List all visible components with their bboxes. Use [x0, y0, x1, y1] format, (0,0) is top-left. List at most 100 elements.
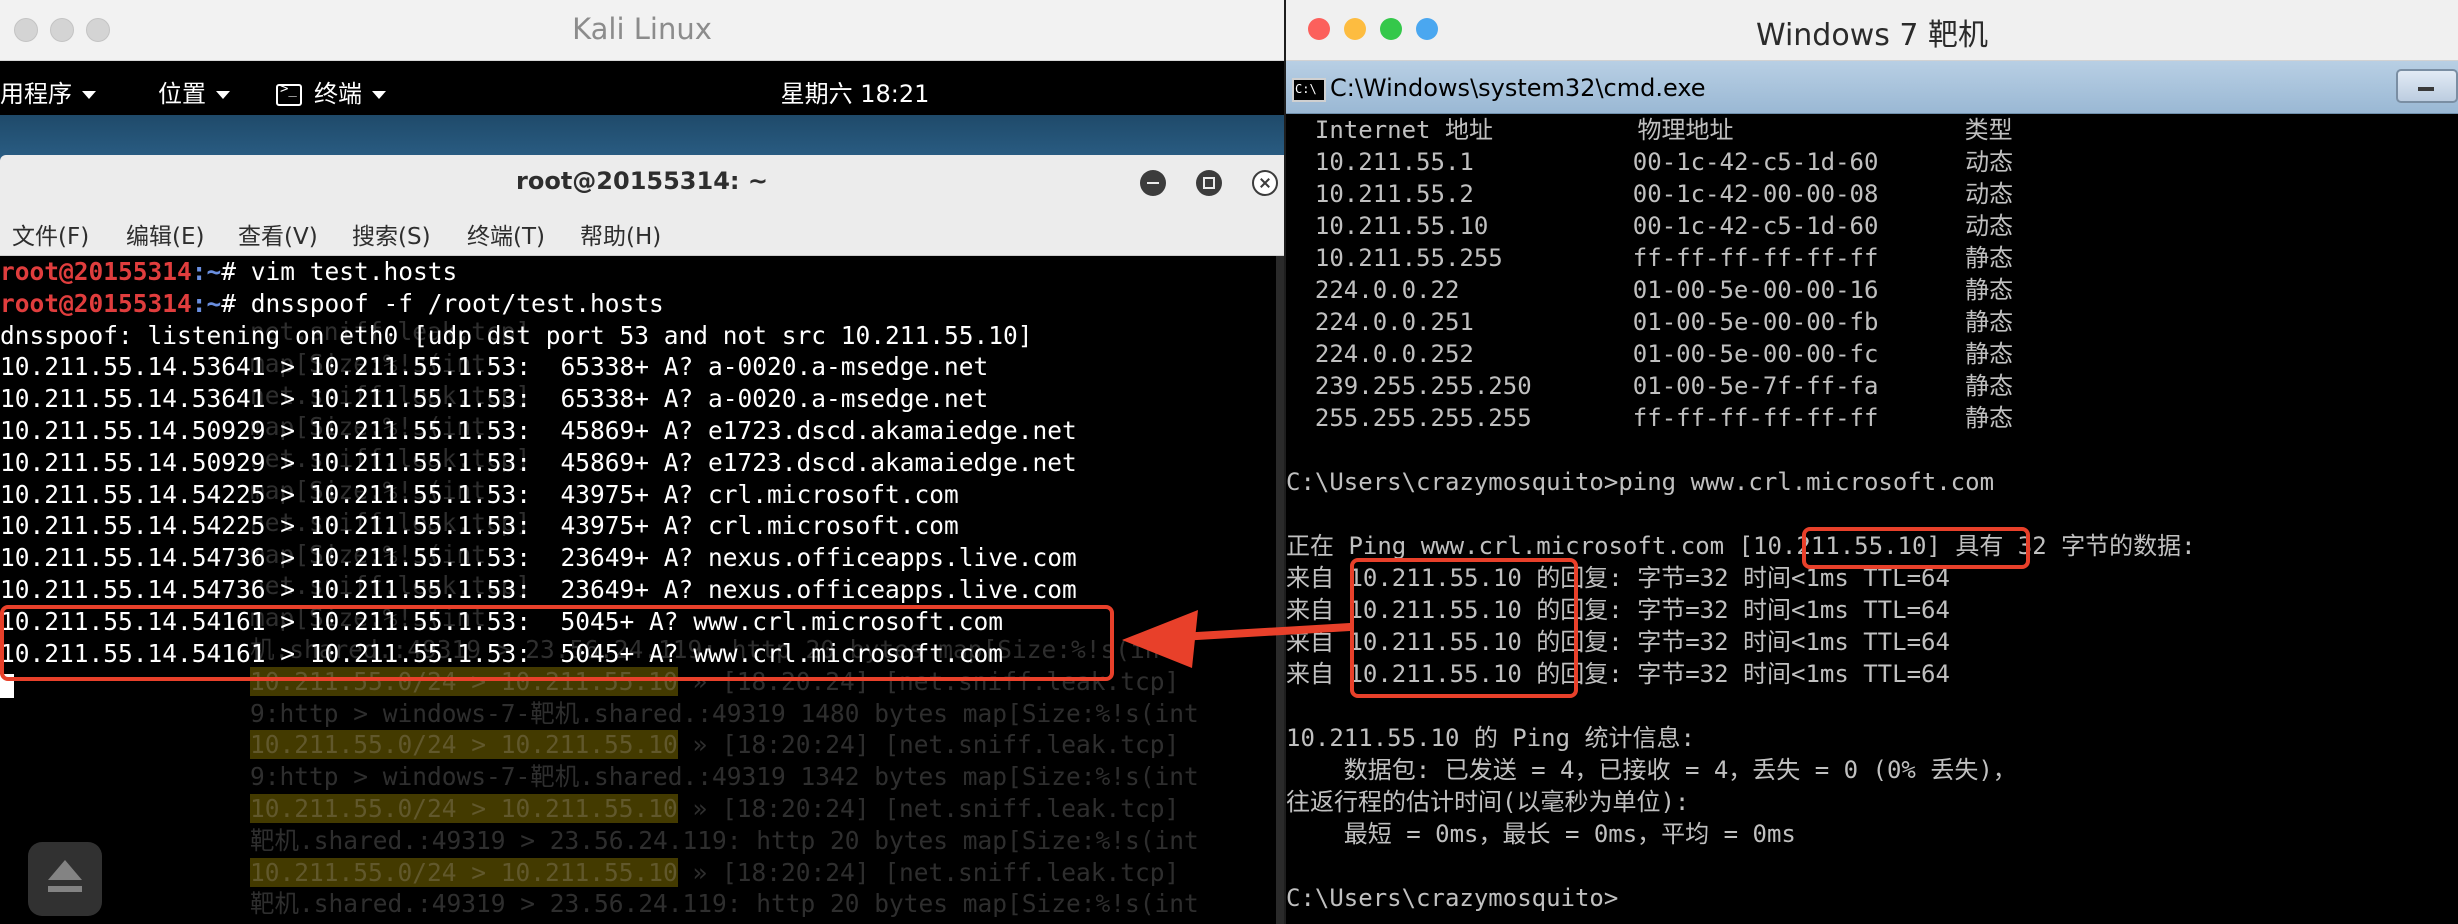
cmd-title: C:\Windows\system32\cmd.exe — [1330, 74, 1706, 102]
stats-rtt-header: 往返行程的估计时间(以毫秒为单位): — [1286, 788, 1690, 816]
arp-row: 239.255.255.250 01-00-5e-7f-ff-fa 静态 — [1286, 370, 2196, 402]
arp-mac: 01-00-5e-00-00-fc — [1632, 340, 1879, 368]
cmd-titlebar[interactable]: C:\Windows\system32\cmd.exe — [1286, 61, 2458, 114]
arp-mac: ff-ff-ff-ff-ff-ff — [1632, 244, 1879, 272]
menu-terminal[interactable]: 终端(T) — [467, 217, 545, 251]
arp-header-ip: Internet 地址 — [1286, 116, 1493, 144]
arrow-icon — [1122, 610, 1350, 668]
arp-row: 224.0.0.252 01-00-5e-00-00-fc 静态 — [1286, 338, 2196, 370]
arp-row: 255.255.255.255 ff-ff-ff-ff-ff-ff 静态 — [1286, 402, 2196, 434]
background-line-source: 靶机.shared.:49319 > 23.56.24.119: — [250, 825, 742, 855]
arp-mac: ff-ff-ff-ff-ff-ff — [1632, 404, 1879, 432]
arp-ip: 10.211.55.1 — [1286, 148, 1474, 176]
terminal-output-line: 10.211.55.14.54225 > 10.211.55.1.53: 439… — [0, 511, 959, 541]
arp-row: 10.211.55.10 00-1c-42-c5-1d-60 动态 — [1286, 210, 2196, 242]
final-prompt: C:\Users\crazymosquito> — [1286, 884, 1619, 912]
eject-icon[interactable] — [28, 842, 102, 916]
kali-window-titlebar[interactable]: Kali Linux — [0, 0, 1284, 61]
background-line: 10.211.55.0/24 > 10.211.55.10 » [18:20:2… — [250, 729, 1276, 761]
background-line: 靶机.shared.:49319 > 23.56.24.119: http 20… — [250, 825, 1276, 857]
arp-type: 静态 — [1965, 404, 2014, 432]
terminal-titlebar[interactable]: root@20155314: ~ — [0, 155, 1284, 207]
terminal-title: root@20155314: ~ — [516, 167, 768, 195]
arp-row: 224.0.0.22 01-00-5e-00-00-16 静态 — [1286, 274, 2196, 306]
arp-mac: 01-00-5e-00-00-16 — [1632, 276, 1879, 304]
stats-header: 10.211.55.10 的 Ping 统计信息: — [1286, 724, 1695, 752]
highlight-box-dns-query — [0, 605, 1114, 681]
prompt-user: root@20155314 — [0, 257, 192, 286]
menu-help[interactable]: 帮助(H) — [580, 217, 661, 251]
background-line-detail: 1342 bytes map[Size:%!s(int — [800, 762, 1199, 792]
prompt-path: :~ — [191, 257, 222, 286]
close-icon[interactable] — [1252, 170, 1278, 196]
stats-packets: 数据包: 已发送 = 4，已接收 = 4，丢失 = 0 (0% 丢失)， — [1286, 756, 2017, 784]
arp-type: 静态 — [1965, 308, 2014, 336]
prompt-path: :~ — [191, 288, 222, 318]
background-line-source: 靶机.shared.:49319 > 23.56.24.119: — [250, 889, 742, 919]
background-line-source: 9:http > windows-7-靶机.shared.:49319 — [250, 762, 786, 792]
menu-file[interactable]: 文件(F) — [12, 217, 89, 251]
prompt-user: root@20155314 — [0, 288, 192, 318]
terminal-scrollbar[interactable] — [1276, 256, 1284, 924]
terminal-output-line: dnsspoof: listening on eth0 [udp dst por… — [0, 320, 1033, 350]
arp-ip: 224.0.0.22 — [1286, 276, 1460, 304]
clock[interactable]: 星期六 18:21 — [0, 74, 1284, 109]
kali-vm-window: Kali Linux 用程序 位置 终端 星期六 18:21 root@2015… — [0, 0, 1284, 924]
arp-type: 静态 — [1965, 372, 2014, 400]
cmd-text: Internet 地址 物理地址 类型 10.211.55.1 00-1c-42… — [1286, 114, 2196, 914]
arp-header-type: 类型 — [1964, 116, 2013, 144]
maximize-icon[interactable] — [1196, 170, 1222, 196]
windows-window-titlebar[interactable]: Windows 7 靶机 — [1286, 0, 2458, 61]
arp-row: 224.0.0.251 01-00-5e-00-00-fb 静态 — [1286, 306, 2196, 338]
highlight-box-ping-ip — [1802, 527, 2030, 569]
background-line: 9:http > windows-7-靶机.shared.:49319 1342… — [250, 761, 1276, 793]
background-line: 靶机.shared.:49319 > 23.56.24.119: http 20… — [250, 888, 1276, 920]
arp-header-mac: 物理地址 — [1637, 116, 1734, 144]
arp-ip: 224.0.0.252 — [1286, 340, 1474, 368]
arp-type: 静态 — [1965, 276, 2014, 304]
cmd-output[interactable]: Internet 地址 物理地址 类型 10.211.55.1 00-1c-42… — [1286, 114, 2458, 924]
background-line-source: 10.211.55.0/24 > 10.211.55.10 — [250, 857, 678, 887]
arp-header-row: Internet 地址 物理地址 类型 — [1286, 114, 2196, 146]
arp-type: 动态 — [1965, 148, 2014, 176]
background-line-detail: http 20 bytes map[Size:%!s(int — [756, 825, 1199, 855]
command-text: # dnsspoof -f /root/test.hosts — [221, 288, 664, 318]
arp-ip: 10.211.55.255 — [1286, 244, 1503, 272]
terminal-output[interactable]: net.sniff.leak.tcp] map[Size:%!s(int net.s… — [0, 256, 1276, 924]
command-text: # vim test.hosts — [221, 257, 458, 286]
background-line-source: 10.211.55.0/24 > 10.211.55.10 — [250, 730, 678, 760]
arp-ip: 224.0.0.251 — [1286, 308, 1474, 336]
gnome-top-bar: 用程序 位置 终端 星期六 18:21 — [0, 61, 1284, 115]
kali-window-title: Kali Linux — [572, 12, 712, 46]
minimize-icon[interactable] — [2396, 69, 2458, 103]
arp-ip: 255.255.255.255 — [1286, 404, 1532, 432]
reply-suffix: 的回复: 字节=32 时间<1ms TTL=64 — [1536, 628, 1950, 656]
background-line: 10.211.55.0/24 > 10.211.55.10 » [18:20:2… — [250, 857, 1276, 889]
terminal-menubar: 文件(F) 编辑(E) 查看(V) 搜索(S) 终端(T) 帮助(H) — [0, 207, 1284, 256]
menu-search[interactable]: 搜索(S) — [352, 217, 431, 251]
arp-mac: 00-1c-42-00-00-08 — [1632, 180, 1879, 208]
terminal-output-line: 10.211.55.14.53641 > 10.211.55.1.53: 653… — [0, 352, 989, 382]
reply-suffix: 的回复: 字节=32 时间<1ms TTL=64 — [1536, 660, 1950, 688]
background-line-detail: » [18:20:24] [net.sniff.leak.tcp] — [692, 857, 1180, 887]
menu-view[interactable]: 查看(V) — [238, 217, 318, 251]
arp-mac: 01-00-5e-00-00-fb — [1632, 308, 1879, 336]
ping-start-pre: 正在 Ping www.crl.microsoft.com — [1286, 532, 1739, 560]
arp-ip: 10.211.55.10 — [1286, 212, 1489, 240]
arp-row: 10.211.55.255 ff-ff-ff-ff-ff-ff 静态 — [1286, 242, 2196, 274]
background-line-detail: 1480 bytes map[Size:%!s(int — [800, 698, 1199, 728]
background-line-source: 9:http > windows-7-靶机.shared.:49319 — [250, 698, 786, 728]
windows-window-title: Windows 7 靶机 — [1755, 18, 1989, 53]
menu-edit[interactable]: 编辑(E) — [126, 217, 204, 251]
arp-mac: 01-00-5e-7f-ff-fa — [1632, 372, 1879, 400]
arp-ip: 10.211.55.2 — [1286, 180, 1474, 208]
arp-type: 静态 — [1965, 244, 2014, 272]
arp-type: 动态 — [1965, 212, 2014, 240]
terminal-output-line: 10.211.55.14.54225 > 10.211.55.1.53: 439… — [0, 479, 959, 509]
reply-suffix: 的回复: 字节=32 时间<1ms TTL=64 — [1536, 596, 1950, 624]
minimize-icon[interactable] — [1140, 170, 1166, 196]
background-line: 10.211.55.0/24 > 10.211.55.10 » [18:20:2… — [250, 793, 1276, 825]
